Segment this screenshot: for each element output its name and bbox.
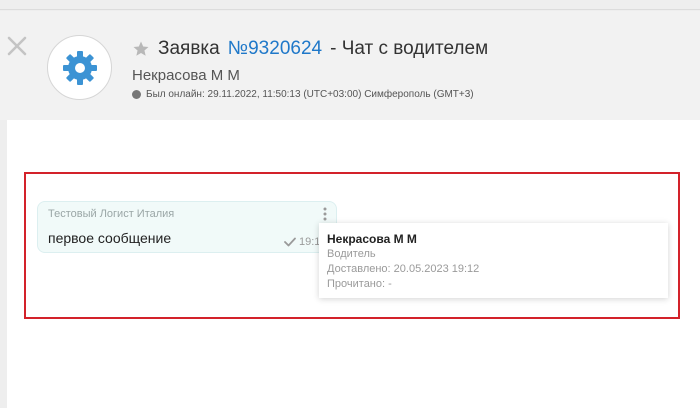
check-icon — [284, 237, 296, 247]
tooltip-delivered: Доставлено: 20.05.2023 19:12 — [327, 263, 480, 275]
gear-icon — [62, 50, 97, 85]
driver-name: Некрасова М М — [132, 67, 240, 84]
close-icon — [7, 36, 27, 56]
tooltip-recipient-role: Водитель — [327, 248, 376, 260]
message-time: 19:1 — [299, 236, 321, 248]
message-text: первое сообщение — [48, 230, 172, 246]
message-meta: 19:1 — [284, 236, 320, 248]
kebab-menu-icon — [323, 207, 327, 221]
delivery-tooltip: Некрасова М М Водитель Доставлено: 20.05… — [319, 223, 668, 298]
star-icon[interactable] — [132, 40, 150, 58]
title-prefix: Заявка — [158, 38, 220, 59]
close-button[interactable] — [6, 35, 28, 57]
online-status-text: Был онлайн: 29.11.2022, 11:50:13 (UTC+03… — [146, 88, 474, 100]
top-edge — [0, 0, 700, 10]
message-menu-button[interactable] — [322, 207, 328, 221]
message-author: Тестовый Логист Италия — [48, 208, 175, 220]
title-suffix: - Чат с водителем — [330, 38, 489, 59]
online-status: Был онлайн: 29.11.2022, 11:50:13 (UTC+03… — [132, 88, 474, 100]
order-number-link[interactable]: №9320624 — [228, 38, 322, 60]
status-dot-icon — [132, 89, 141, 99]
tooltip-read: Прочитано: - — [327, 278, 392, 290]
tooltip-recipient-name: Некрасова М М — [327, 232, 417, 246]
message-bubble[interactable]: Тестовый Логист Италия первое сообщение … — [37, 201, 337, 253]
avatar — [47, 35, 112, 100]
page-title: Заявка №9320624 - Чат с водителем — [132, 37, 488, 61]
